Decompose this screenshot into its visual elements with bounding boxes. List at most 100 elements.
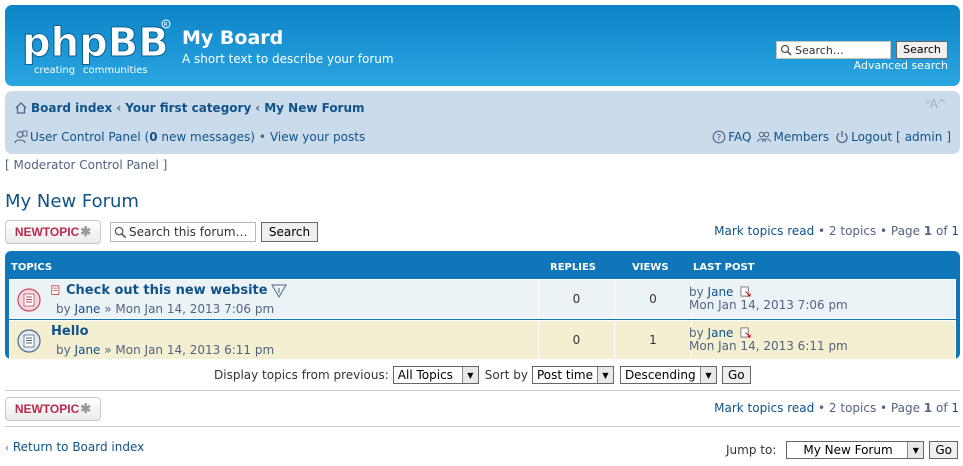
topic-attachment-icon [270,284,287,298]
breadcrumb-separator: ‹ [116,101,122,115]
forum-search-input[interactable] [129,225,251,239]
chevron-down-icon: ▼ [699,367,716,383]
topic-read-icon[interactable] [17,329,41,353]
user-control-panel-link[interactable]: User Control Panel (0 new messages) [30,130,255,144]
last-post-date: Mon Jan 14, 2013 7:06 pm [689,298,848,312]
divider [5,390,960,391]
last-post-author-link[interactable]: Jane [708,326,734,340]
topic-title-wrap: Hello [51,324,89,339]
days-select[interactable]: All Topics ▼ [392,366,479,384]
return-to-board-index-link[interactable]: ‹ Return to Board index [5,440,144,454]
header-search-input[interactable] [795,43,890,57]
mark-topics-read-link[interactable]: Mark topics read [714,224,814,238]
faq-link[interactable]: ? FAQ [712,130,751,144]
display-options: Display topics from previous: All Topics… [214,366,751,384]
breadcrumb-category[interactable]: Your first category [125,101,251,115]
sort-key-value: Post time [536,368,593,382]
topic-by: by [56,343,75,357]
pagination-info: • 2 topics • Page [814,224,924,238]
topic-last-post: by Jane Mon Jan 14, 2013 6:11 pm [689,327,848,353]
display-go-button[interactable]: Go [721,366,751,384]
page-total-link[interactable]: 1 [951,401,959,415]
pagination-info: • 2 topics • Page [814,401,924,415]
svg-text:phpBB: phpBB [22,20,169,66]
last-post-date: Mon Jan 14, 2013 6:11 pm [689,339,848,353]
header-search-button[interactable]: Search [896,41,948,59]
jump-to-select[interactable]: My New Forum ▼ [786,441,925,459]
sort-order-select[interactable]: Descending ▼ [619,366,717,384]
navbar: Board index ‹ Your first category ‹ My N… [5,91,960,154]
user-nav-right: ? FAQ Members Logout [ admin ] [706,130,951,144]
last-post-author-link[interactable]: Jane [708,285,734,299]
new-messages-count: 0 [149,130,158,144]
page-total-link[interactable]: 1 [951,224,959,238]
forum-search-box[interactable] [110,222,256,242]
svg-text:communities: communities [83,65,148,76]
pagination-top: Mark topics read • 2 topics • Page 1 of … [714,224,959,238]
logout-username: admin [904,130,943,144]
chevron-down-icon: ▼ [461,367,478,383]
topic-unread-icon[interactable] [17,288,41,312]
members-label: Members [773,130,830,144]
forum-search-button[interactable]: Search [261,222,318,242]
breadcrumb-board-index[interactable]: Board index [31,101,112,115]
header-last-post: LAST POST [693,262,755,273]
new-post-icon[interactable] [51,285,62,296]
view-your-posts-link[interactable]: View your posts [270,130,365,144]
header-search-box[interactable] [776,41,891,59]
ucp-label: User Control Panel ( [30,130,150,144]
sort-key-select[interactable]: Post time ▼ [531,366,614,384]
chevron-left-icon: ‹ [5,443,9,454]
phpbb-logo[interactable]: phpBB creating communities R [20,16,175,78]
topic-row[interactable]: Hello by Jane » Mon Jan 14, 2013 6:11 pm… [9,320,956,360]
jump-to-box: Jump to: My New Forum ▼ Go [726,441,958,459]
logout-link[interactable]: Logout [ admin ] [835,130,951,144]
view-latest-post-icon[interactable] [740,327,751,338]
members-link[interactable]: Members [757,130,829,144]
topic-author-link[interactable]: Jane [75,343,101,357]
days-select-value: All Topics [397,368,453,382]
user-nav: User Control Panel (0 new messages) • Vi… [14,130,365,144]
breadcrumb-forum[interactable]: My New Forum [264,101,364,115]
topic-last-post: by Jane Mon Jan 14, 2013 7:06 pm [689,286,848,312]
svg-text:R: R [164,22,168,29]
view-latest-post-icon[interactable] [740,286,751,297]
breadcrumb-separator: ‹ [255,101,261,115]
svg-text:creating: creating [34,65,75,76]
new-topic-star-icon: ✱ [80,401,92,416]
advanced-search-link[interactable]: Advanced search [854,59,948,72]
user-icon [14,130,28,144]
svg-text:?: ? [717,134,722,144]
new-topic-button-bottom[interactable]: NEWTOPIC ✱ [5,397,101,421]
topic-replies: 0 [538,280,614,318]
last-post-by: by [689,326,708,340]
chevron-down-icon: ▼ [907,442,924,458]
new-topic-button[interactable]: NEWTOPIC ✱ [5,220,101,244]
mark-topics-read-link[interactable]: Mark topics read [714,401,814,415]
font-size-toggle[interactable]: ᵛA^ [926,97,947,111]
faq-icon: ? [712,130,726,144]
breadcrumb: Board index ‹ Your first category ‹ My N… [14,101,365,115]
header-topics: TOPICS [11,262,53,273]
topic-views: 0 [614,280,691,318]
page-current: 1 [923,401,933,415]
new-topic-label: NEWTOPIC [14,402,80,416]
forum-title[interactable]: My New Forum [5,191,139,212]
power-icon [836,131,848,144]
home-icon [15,102,27,114]
topic-author-link[interactable]: Jane [75,302,101,316]
topics-table: TOPICS REPLIES VIEWS LAST POST Check out… [5,251,960,360]
topic-title-link[interactable]: Hello [51,324,89,339]
topic-row[interactable]: Check out this new website by Jane » Mon… [9,279,956,319]
header-replies: REPLIES [550,262,596,273]
topic-title-link[interactable]: Check out this new website [66,283,268,298]
page-of: of [932,224,952,238]
divider [5,426,960,427]
jump-go-button[interactable]: Go [929,441,958,459]
moderator-control-panel-link[interactable]: [ Moderator Control Panel ] [5,158,167,172]
chevron-down-icon: ▼ [596,367,613,383]
page-of: of [932,401,952,415]
faq-label: FAQ [728,130,752,144]
topic-date: » Mon Jan 14, 2013 7:06 pm [100,302,275,316]
site-header: phpBB creating communities R My Board A … [5,5,960,86]
